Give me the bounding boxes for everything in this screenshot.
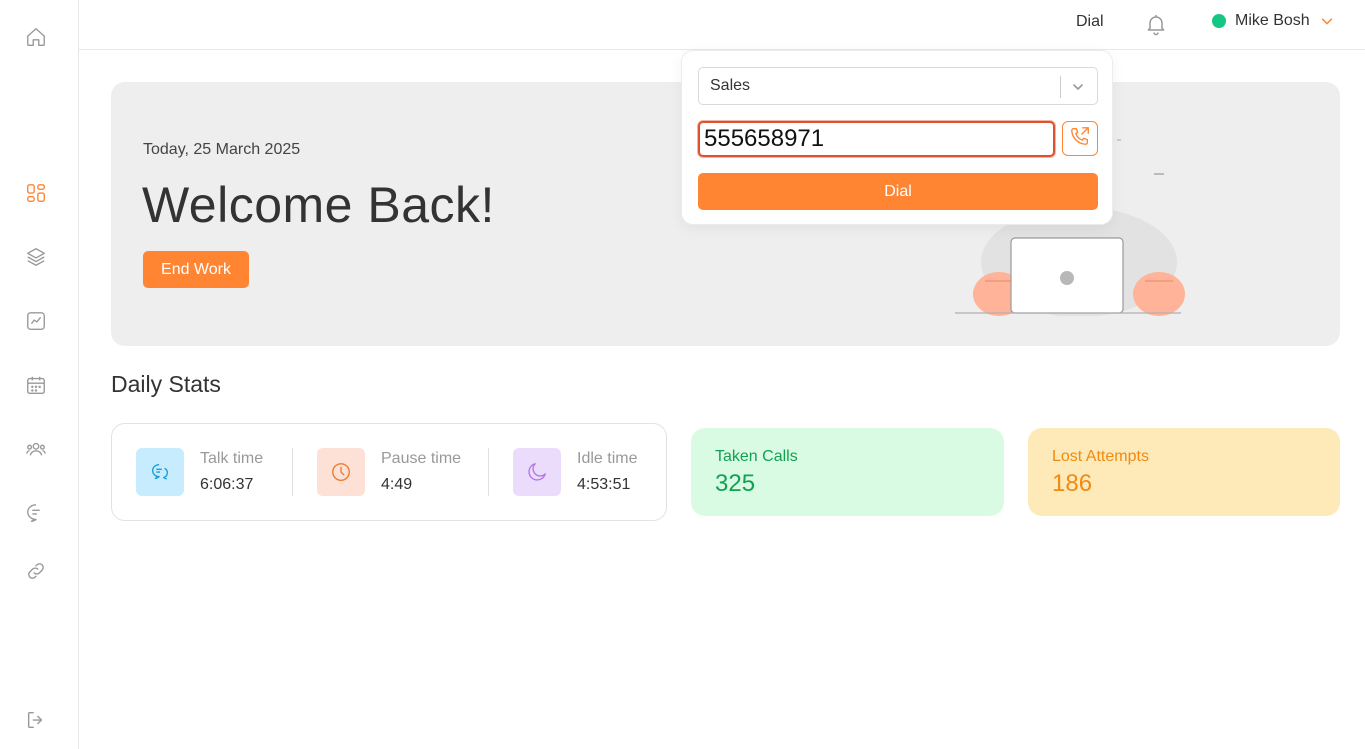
home-icon[interactable] [22,23,50,51]
top-bar: Dial Mike Bosh [79,0,1365,50]
chevron-down-icon [1320,14,1334,28]
end-work-button[interactable]: End Work [143,251,249,288]
chat-icon[interactable] [22,499,50,527]
daily-stats-heading: Daily Stats [111,371,221,397]
chart-icon[interactable] [22,307,50,335]
queue-selected-value: Sales [710,77,751,94]
sidebar [0,0,79,749]
dial-popup: Sales Dial [681,50,1113,225]
idle-time-value: 4:53:51 [577,476,631,493]
lost-attempts-value: 186 [1052,470,1093,497]
dial-button[interactable]: Dial [698,173,1098,210]
current-date: Today, 25 March 2025 [143,141,301,158]
queue-select[interactable]: Sales [698,67,1098,105]
taken-calls-card: Taken Calls 325 [691,428,1004,516]
talk-time-value: 6:06:37 [200,476,254,493]
pause-time-label: Pause time [381,450,462,467]
bell-icon[interactable] [1144,12,1168,36]
chevron-down-icon[interactable] [1070,79,1086,95]
page-title: Welcome Back! [142,177,495,233]
moon-icon [513,448,561,496]
idle-time-stat: Idle time 4:53:51 [513,448,637,496]
clock-icon [317,448,365,496]
taken-calls-label: Taken Calls [715,448,798,465]
layers-icon[interactable] [22,243,50,271]
link-icon[interactable] [22,557,50,585]
stat-divider [292,448,293,496]
phone-number-input[interactable] [698,121,1055,157]
time-stats-card: Talk time 6:06:37 Pause time 4:49 Idle t… [111,423,667,521]
top-dial-link[interactable]: Dial [1076,13,1104,31]
outgoing-call-button[interactable] [1062,121,1098,156]
dashboard-icon[interactable] [22,179,50,207]
user-name: Mike Bosh [1235,12,1310,29]
stat-divider [488,448,489,496]
idle-time-label: Idle time [577,450,638,467]
select-divider [1060,76,1061,98]
users-icon[interactable] [22,435,50,463]
talk-time-label: Talk time [200,450,264,467]
online-status-dot [1212,14,1226,28]
phone-outgoing-icon [1069,125,1091,152]
logout-icon[interactable] [22,706,50,734]
lost-attempts-label: Lost Attempts [1052,448,1149,465]
talk-time-stat: Talk time 6:06:37 [136,448,263,496]
chat-bubble-icon [136,448,184,496]
lost-attempts-card: Lost Attempts 186 [1028,428,1340,516]
calendar-icon[interactable] [22,371,50,399]
pause-time-stat: Pause time 4:49 [317,448,461,496]
taken-calls-value: 325 [715,470,756,497]
pause-time-value: 4:49 [381,476,413,493]
user-menu[interactable]: Mike Bosh [1212,12,1334,30]
